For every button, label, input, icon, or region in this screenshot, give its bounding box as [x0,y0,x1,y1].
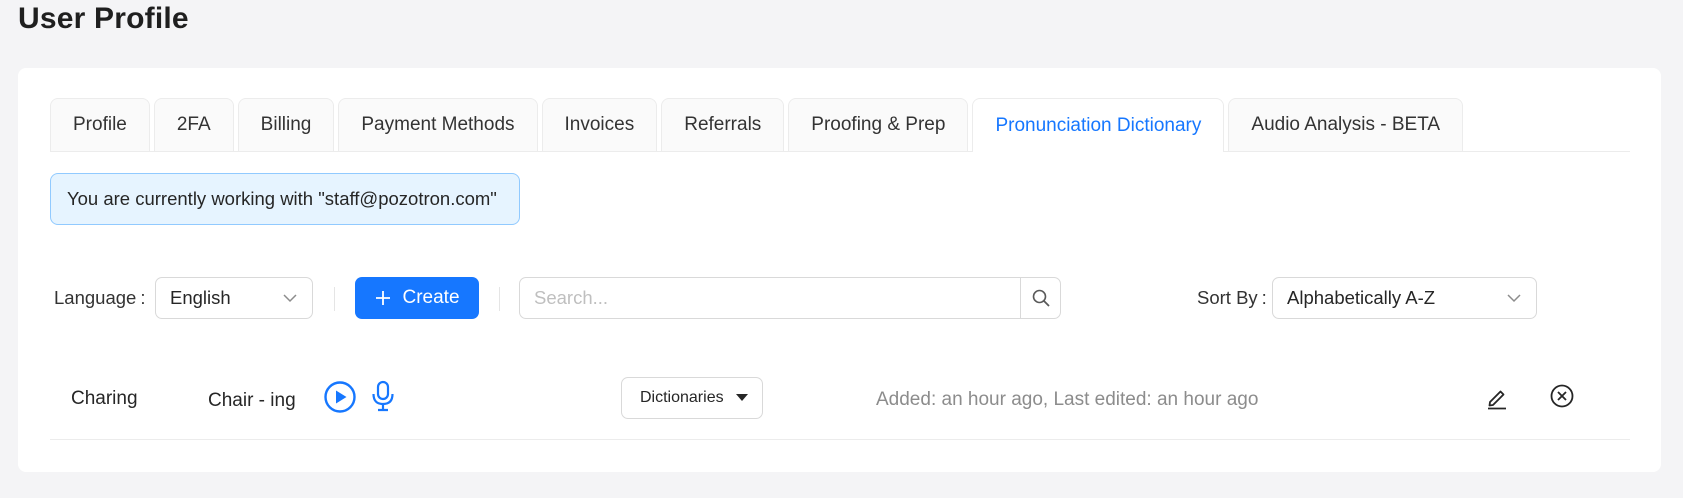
create-button-label: Create [402,287,460,308]
microphone-icon[interactable] [370,380,396,412]
create-button[interactable]: Create [355,277,479,319]
chevron-down-icon [283,294,297,303]
sort-select[interactable]: Alphabetically A-Z [1272,277,1537,319]
edit-icon[interactable] [1484,384,1510,410]
dictionaries-label: Dictionaries [640,389,724,406]
search-button[interactable] [1020,277,1061,319]
sort-select-value: Alphabetically A-Z [1287,287,1436,308]
play-circle-icon[interactable] [323,380,357,414]
toolbar-divider [499,287,500,311]
language-select-value: English [170,287,231,308]
tab-billing[interactable]: Billing [237,98,335,151]
tab-proofing-prep[interactable]: Proofing & Prep [788,98,969,151]
entry-word: Charing [71,388,138,409]
tab-invoices[interactable]: Invoices [541,98,658,151]
entry-timestamps: Added: an hour ago, Last edited: an hour… [876,389,1259,410]
tab-bar: Profile 2FA Billing Payment Methods Invo… [50,98,1630,152]
plus-icon [376,291,391,305]
working-user-alert: You are currently working with "staff@po… [50,173,520,225]
tab-2fa[interactable]: 2FA [153,98,234,151]
caret-down-icon [735,394,748,401]
tab-referrals[interactable]: Referrals [661,98,785,151]
page-title: User Profile [18,2,189,35]
close-circle-icon[interactable] [1549,383,1575,409]
tab-audio-analysis[interactable]: Audio Analysis - BETA [1228,98,1464,151]
tab-payment-methods[interactable]: Payment Methods [338,98,538,151]
search-input[interactable] [519,277,1021,319]
entry-pronunciation: Chair - ing [208,390,296,411]
search-icon [1032,289,1050,307]
tab-pronunciation-dictionary[interactable]: Pronunciation Dictionary [972,98,1225,152]
tab-profile[interactable]: Profile [50,98,150,151]
language-select[interactable]: English [155,277,313,319]
toolbar-divider [334,287,335,311]
dictionaries-dropdown-button[interactable]: Dictionaries [621,377,763,419]
chevron-down-icon [1507,294,1521,303]
sort-by-label: Sort By: [1197,287,1267,308]
alert-text: You are currently working with "staff@po… [67,188,497,209]
dictionary-entry-row: Charing Chair - ing Dictionaries Added: … [50,362,1630,440]
profile-card: Profile 2FA Billing Payment Methods Invo… [18,68,1661,472]
language-label: Language: [54,287,146,308]
